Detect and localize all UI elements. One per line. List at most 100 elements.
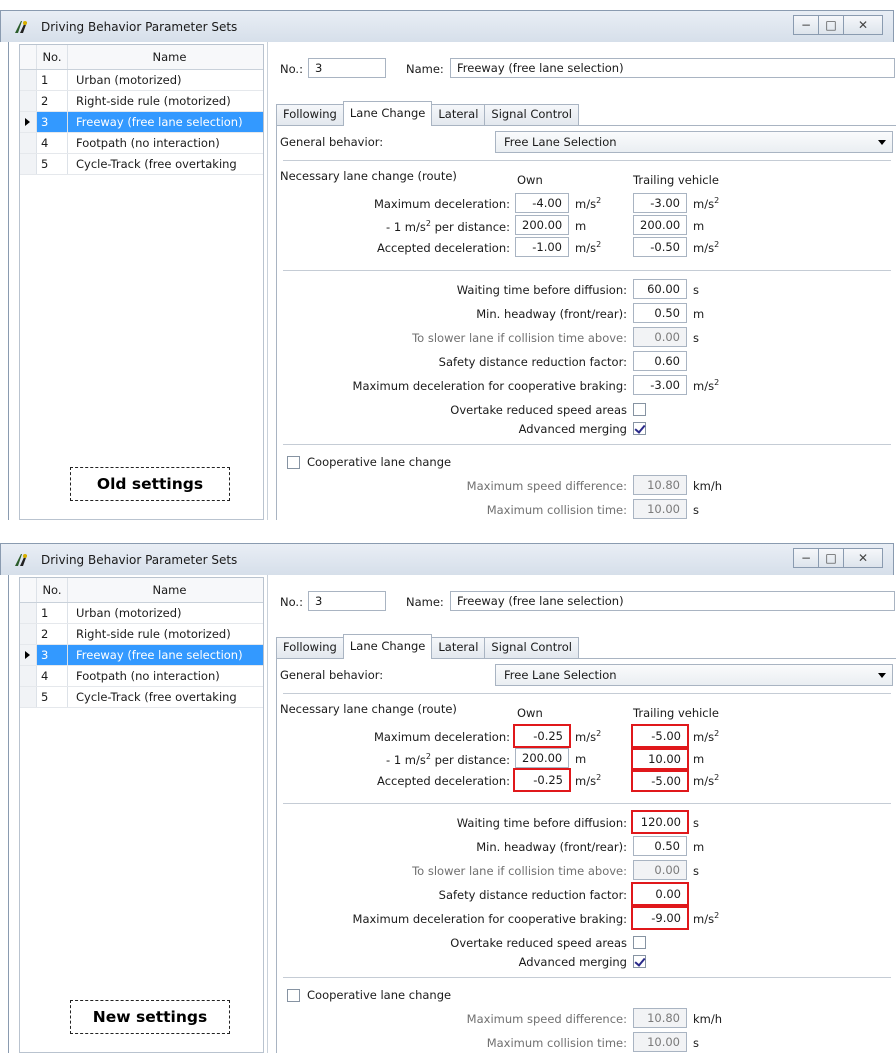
table-row[interactable]: 1 Urban (motorized) <box>20 603 263 624</box>
trailing-header: Trailing vehicle <box>633 706 719 720</box>
column-header-name[interactable]: Name <box>68 578 263 602</box>
waiting-field[interactable]: 120.00 <box>631 810 689 834</box>
new-settings-window: Driving Behavior Parameter Sets − □ ✕ No… <box>0 543 896 1053</box>
waiting-field[interactable]: 60.00 <box>633 279 687 299</box>
table-row[interactable]: 4 Footpath (no interaction) <box>20 133 263 154</box>
minimize-button[interactable]: − <box>793 15 819 35</box>
close-button[interactable]: ✕ <box>843 15 883 35</box>
general-behavior-label: General behavior: <box>280 135 384 149</box>
name-field[interactable]: Freeway (free lane selection) <box>450 58 895 78</box>
own-per-distance-field[interactable]: 200.00 <box>515 215 569 235</box>
coop-lane-change-checkbox[interactable] <box>287 456 300 469</box>
own-max-decel-field[interactable]: -0.25 <box>513 724 571 748</box>
speed-diff-label: Maximum speed difference: <box>466 1012 627 1026</box>
row-pointer-icon <box>25 118 30 126</box>
no-field[interactable]: 3 <box>308 591 386 611</box>
name-label: Name: <box>406 595 444 609</box>
no-field[interactable]: 3 <box>308 58 386 78</box>
maximize-button[interactable]: □ <box>818 15 844 35</box>
coop-brake-field[interactable]: -9.00 <box>631 906 689 930</box>
app-icon <box>15 21 27 33</box>
chevron-down-icon <box>878 673 886 678</box>
general-behavior-select[interactable]: Free Lane Selection <box>495 664 893 686</box>
tab-signal-control[interactable]: Signal Control <box>484 637 579 658</box>
tab-lateral[interactable]: Lateral <box>431 637 486 658</box>
slower-lane-label: To slower lane if collision time above: <box>412 864 627 878</box>
merging-label: Advanced merging <box>518 955 627 969</box>
overtake-checkbox[interactable] <box>633 403 646 416</box>
table-row[interactable]: 5 Cycle-Track (free overtaking <box>20 687 263 708</box>
lane-change-panel: General behavior: Free Lane Selection Ne… <box>276 658 896 1053</box>
parameter-set-table: No. Name 1 Urban (motorized) 2 Right-side … <box>19 44 264 520</box>
detail-panel: No.: 3 Name: Freeway (free lane selectio… <box>267 42 896 520</box>
tab-following[interactable]: Following <box>276 104 344 125</box>
column-header-name[interactable]: Name <box>68 45 263 69</box>
row-pointer-icon <box>25 651 30 659</box>
window-title: Driving Behavior Parameter Sets <box>41 20 238 34</box>
lane-change-panel: General behavior: Free Lane Selection Ne… <box>276 125 896 520</box>
tab-signal-control[interactable]: Signal Control <box>484 104 579 125</box>
old-settings-window: Driving Behavior Parameter Sets − □ ✕ No… <box>0 10 896 520</box>
trail-accepted-field[interactable]: -0.50 <box>633 237 687 257</box>
trail-per-distance-field[interactable]: 200.00 <box>633 215 687 235</box>
speed-diff-field[interactable]: 10.80 <box>633 475 687 495</box>
minimize-button[interactable]: − <box>793 548 819 568</box>
trailing-header: Trailing vehicle <box>633 173 719 187</box>
speed-diff-field[interactable]: 10.80 <box>633 1008 687 1028</box>
safety-label: Safety distance reduction factor: <box>438 355 627 369</box>
collision-time-label: Maximum collision time: <box>486 1036 627 1050</box>
title-bar: Driving Behavior Parameter Sets − □ ✕ <box>0 10 894 42</box>
safety-label: Safety distance reduction factor: <box>438 888 627 902</box>
general-behavior-label: General behavior: <box>280 668 384 682</box>
tab-lane-change[interactable]: Lane Change <box>342 634 433 659</box>
collision-time-field[interactable]: 10.00 <box>633 1032 687 1052</box>
general-behavior-select[interactable]: Free Lane Selection <box>495 131 893 153</box>
column-header-no[interactable]: No. <box>37 578 68 602</box>
merging-checkbox[interactable] <box>633 955 646 968</box>
table-row[interactable]: 5 Cycle-Track (free overtaking <box>20 154 263 175</box>
merging-checkbox[interactable] <box>633 422 646 435</box>
table-row[interactable]: 4 Footpath (no interaction) <box>20 666 263 687</box>
own-accepted-field[interactable]: -1.00 <box>515 237 569 257</box>
name-field[interactable]: Freeway (free lane selection) <box>450 591 895 611</box>
coop-brake-label: Maximum deceleration for cooperative bra… <box>352 379 627 393</box>
no-label: No.: <box>280 595 303 609</box>
trail-accepted-field[interactable]: -5.00 <box>631 770 689 792</box>
coop-lane-change-label: Cooperative lane change <box>307 988 452 1002</box>
tab-following[interactable]: Following <box>276 637 344 658</box>
collision-time-field[interactable]: 10.00 <box>633 499 687 519</box>
trail-per-distance-field[interactable]: 10.00 <box>631 748 689 770</box>
headway-field[interactable]: 0.50 <box>633 303 687 323</box>
table-row-selected[interactable]: 3 Freeway (free lane selection) <box>20 645 263 666</box>
overtake-label: Overtake reduced speed areas <box>450 403 627 417</box>
waiting-label: Waiting time before diffusion: <box>456 816 627 830</box>
merging-label: Advanced merging <box>518 422 627 436</box>
column-header-no[interactable]: No. <box>37 45 68 69</box>
old-settings-caption: Old settings <box>70 467 230 501</box>
tab-lane-change[interactable]: Lane Change <box>342 101 433 126</box>
headway-label: Min. headway (front/rear): <box>476 840 627 854</box>
slower-lane-field[interactable]: 0.00 <box>633 860 687 880</box>
tab-lateral[interactable]: Lateral <box>431 104 486 125</box>
trail-max-decel-field[interactable]: -3.00 <box>633 193 687 213</box>
trail-max-decel-field[interactable]: -5.00 <box>631 724 689 748</box>
coop-lane-change-label: Cooperative lane change <box>307 455 452 469</box>
table-row[interactable]: 2 Right-side rule (motorized) <box>20 624 263 645</box>
headway-field[interactable]: 0.50 <box>633 836 687 856</box>
own-per-distance-field[interactable]: 200.00 <box>515 748 569 768</box>
close-button[interactable]: ✕ <box>843 548 883 568</box>
table-row[interactable]: 2 Right-side rule (motorized) <box>20 91 263 112</box>
slower-lane-field[interactable]: 0.00 <box>633 327 687 347</box>
coop-lane-change-checkbox[interactable] <box>287 989 300 1002</box>
overtake-label: Overtake reduced speed areas <box>450 936 627 950</box>
overtake-checkbox[interactable] <box>633 936 646 949</box>
safety-field[interactable]: 0.00 <box>631 882 689 906</box>
coop-brake-field[interactable]: -3.00 <box>633 375 687 395</box>
safety-field[interactable]: 0.60 <box>633 351 687 371</box>
table-row[interactable]: 1 Urban (motorized) <box>20 70 263 91</box>
own-accepted-field[interactable]: -0.25 <box>513 768 571 792</box>
table-row-selected[interactable]: 3 Freeway (free lane selection) <box>20 112 263 133</box>
maximize-button[interactable]: □ <box>818 548 844 568</box>
own-max-decel-field[interactable]: -4.00 <box>515 193 569 213</box>
name-label: Name: <box>406 62 444 76</box>
